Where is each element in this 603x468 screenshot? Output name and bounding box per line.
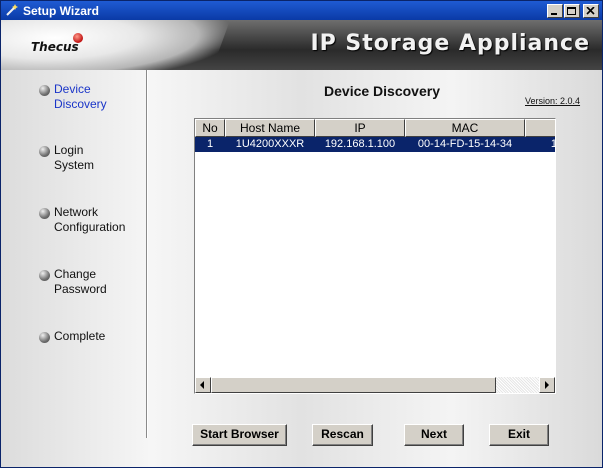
arrow-right-icon bbox=[545, 381, 549, 389]
scroll-left-button[interactable] bbox=[195, 377, 211, 393]
title-bar[interactable]: Setup Wizard bbox=[1, 1, 602, 20]
minimize-icon bbox=[551, 13, 557, 15]
window-title: Setup Wizard bbox=[23, 4, 99, 18]
bullet-icon bbox=[39, 146, 50, 157]
step-label: Complete bbox=[54, 329, 106, 343]
logo-mark-icon bbox=[73, 33, 83, 43]
device-list[interactable]: No Host Name IP MAC G 1 1U4200XXXR 192.1… bbox=[194, 118, 556, 394]
cell-host-name: 1U4200XXXR bbox=[235, 138, 305, 150]
cell-no: 1 bbox=[206, 138, 214, 150]
banner: Thecus IP Storage Appliance bbox=[1, 20, 602, 70]
column-header-ip[interactable]: IP bbox=[315, 119, 405, 137]
step-label: Change Password bbox=[54, 267, 107, 296]
content-area: Device Discovery Login System Network Confi… bbox=[1, 70, 602, 467]
step-label: Network Configuration bbox=[54, 205, 126, 234]
wizard-icon bbox=[6, 4, 18, 16]
scrollbar-thumb[interactable] bbox=[211, 377, 496, 393]
wizard-steps: Device Discovery Login System Network Confi… bbox=[1, 70, 146, 440]
bullet-icon bbox=[39, 85, 50, 96]
column-header-mac[interactable]: MAC bbox=[405, 119, 525, 137]
minimize-button[interactable] bbox=[547, 4, 563, 18]
product-name: IP Storage Appliance bbox=[310, 31, 590, 56]
bullet-icon bbox=[39, 270, 50, 281]
step-label: Login System bbox=[54, 143, 95, 172]
column-header-g[interactable]: G bbox=[525, 119, 555, 137]
close-button[interactable] bbox=[583, 4, 599, 18]
thecus-logo: Thecus bbox=[31, 40, 79, 54]
column-header-host-name[interactable]: Host Name bbox=[225, 119, 315, 137]
close-icon bbox=[586, 7, 595, 15]
maximize-icon bbox=[567, 7, 576, 15]
version-label: Version: 2.0.4 bbox=[525, 96, 581, 106]
bullet-icon bbox=[39, 208, 50, 219]
cell-mac: 00-14-FD-15-14-34 bbox=[417, 138, 513, 150]
step-label: Device Discovery bbox=[54, 82, 107, 111]
rescan-button[interactable]: Rescan bbox=[312, 424, 373, 446]
exit-button[interactable]: Exit bbox=[489, 424, 549, 446]
table-row[interactable]: 1 1U4200XXXR 192.168.1.100 00-14-FD-15-1… bbox=[195, 137, 555, 152]
setup-wizard-window: Setup Wizard Thecus IP Storage Appliance… bbox=[0, 0, 603, 468]
cell-ip: 192.168.1.100 bbox=[324, 138, 396, 150]
horizontal-scrollbar[interactable] bbox=[195, 377, 555, 393]
start-browser-button[interactable]: Start Browser bbox=[192, 424, 287, 446]
bullet-icon bbox=[39, 332, 50, 343]
vertical-divider bbox=[146, 70, 148, 438]
column-header-no[interactable]: No bbox=[195, 119, 225, 137]
next-button[interactable]: Next bbox=[404, 424, 464, 446]
maximize-button[interactable] bbox=[564, 4, 580, 18]
scroll-right-button[interactable] bbox=[539, 377, 555, 393]
cell-g: 192 bbox=[525, 137, 555, 152]
arrow-left-icon bbox=[200, 381, 204, 389]
list-header: No Host Name IP MAC G bbox=[195, 119, 555, 137]
